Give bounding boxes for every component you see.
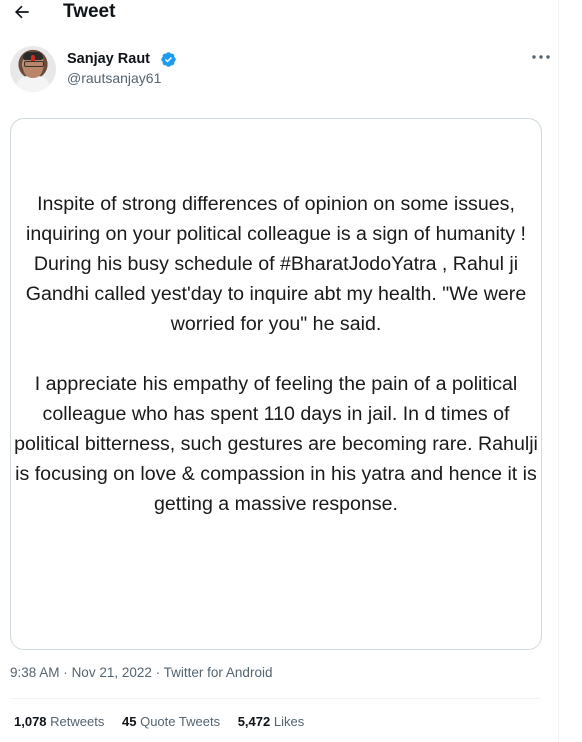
- author-handle[interactable]: @rautsanjay61: [67, 70, 161, 86]
- likes-stat[interactable]: 5,472 Likes: [238, 714, 305, 729]
- quote-tweets-stat[interactable]: 45 Quote Tweets: [122, 714, 220, 729]
- divider: [10, 698, 540, 699]
- likes-count: 5,472: [237, 714, 271, 729]
- tweet-meta: 9:38 AM · Nov 21, 2022 · Twitter for And…: [10, 665, 272, 680]
- tweet-image-paragraph-1: Inspite of strong differences of opinion…: [25, 193, 527, 335]
- meta-separator: ·: [155, 665, 161, 680]
- retweets-stat[interactable]: 1,078 Retweets: [14, 714, 104, 729]
- retweets-count: 1,078: [14, 714, 47, 729]
- likes-label: Likes: [273, 714, 305, 729]
- tweet-time[interactable]: 9:38 AM: [10, 665, 60, 680]
- tweet-source[interactable]: Twitter for Android: [164, 665, 273, 680]
- column-border: [558, 0, 559, 742]
- tweet-image-text: Inspite of strong differences of opinion…: [11, 189, 541, 519]
- author-name[interactable]: Sanjay Raut: [67, 51, 150, 67]
- tweet-stats: 1,078 Retweets 45 Quote Tweets 5,472 Lik…: [14, 714, 318, 729]
- top-bar: Tweet: [0, 0, 560, 28]
- avatar[interactable]: [10, 46, 56, 92]
- tweet-date[interactable]: Nov 21, 2022: [72, 665, 152, 680]
- back-arrow-icon[interactable]: [12, 2, 32, 22]
- author-block: Sanjay Raut @rautsanjay61: [10, 46, 555, 94]
- meta-separator: ·: [63, 665, 68, 680]
- page-title: Tweet: [63, 1, 116, 22]
- more-options-icon[interactable]: [529, 49, 553, 65]
- verified-badge-icon: [161, 52, 176, 67]
- tweet-image[interactable]: Inspite of strong differences of opinion…: [10, 118, 542, 650]
- tweet-image-paragraph-2: I appreciate his empathy of feeling the …: [14, 373, 538, 515]
- quote-tweets-count: 45: [122, 714, 137, 729]
- retweets-label: Retweets: [50, 714, 105, 729]
- quote-tweets-label: Quote Tweets: [140, 714, 221, 729]
